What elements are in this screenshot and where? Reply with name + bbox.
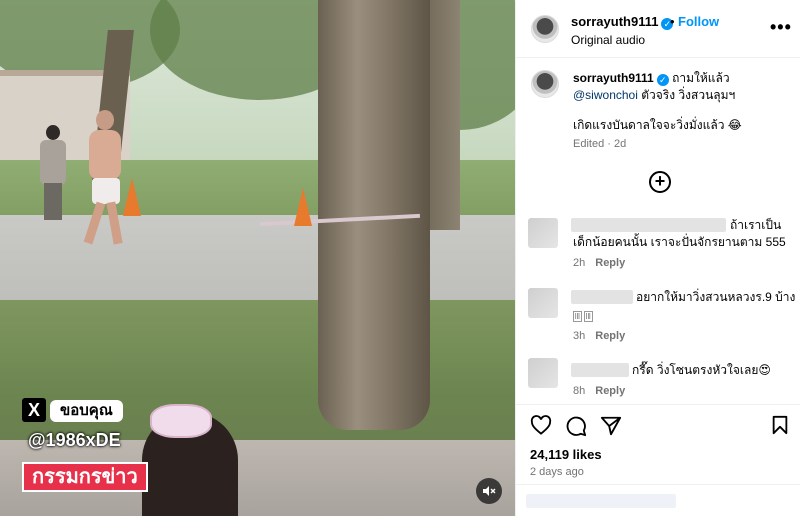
comment-emoji-row: ꔖꔖ [573, 306, 595, 324]
caption-text: sorrayuth9111 ✓ ถามให้แล้ว @siwonchoi ตัว… [573, 70, 793, 104]
add-comment-bar[interactable] [516, 484, 800, 516]
blurred-comment-input [526, 494, 676, 508]
avatar[interactable] [528, 218, 558, 248]
emoji-glyph-icon: ꔖ [573, 311, 582, 322]
follow-button[interactable]: Follow [678, 14, 719, 29]
post-video[interactable]: X ขอบคุณ @1986xDE กรรมกรข่าว [0, 0, 515, 516]
watermark-handle: @1986xDE [28, 430, 121, 450]
x-logo-icon: X [22, 398, 46, 422]
comment-text: อยากให้มาวิ่งสวนหลวงร.9 บ้าง [636, 290, 796, 304]
watermark-brand: กรรมกรข่าว [22, 462, 148, 492]
blurred-username [571, 218, 726, 232]
post-header: sorrayuth9111 ✓ • Follow Original audio •… [516, 0, 800, 58]
post-side-panel: sorrayuth9111 ✓ • Follow Original audio •… [515, 0, 800, 516]
bookmark-icon[interactable] [771, 415, 789, 435]
author-username[interactable]: sorrayuth9111 [571, 14, 658, 29]
child-with-bow [128, 398, 248, 516]
avatar[interactable] [528, 288, 558, 318]
avatar[interactable] [528, 358, 558, 388]
comment-age: 3h [573, 330, 586, 342]
caption-part2: ตัวจริง วิ่งสวนลุมฯ [641, 88, 736, 102]
comment-age: 8h [573, 385, 586, 397]
reply-button[interactable]: Reply [595, 330, 625, 342]
speaker-muted-icon [483, 486, 496, 496]
blurred-username [571, 363, 629, 377]
separator-dot: • [670, 14, 675, 29]
post-actions-bar [516, 404, 800, 444]
caption-line2: เกิดแรงบันดาลใจจะวิ่งมั่งแล้ว 😂 [573, 118, 742, 132]
load-more-comments-icon[interactable]: + [649, 171, 671, 193]
traffic-cone [294, 188, 312, 226]
caption-username[interactable]: sorrayuth9111 [573, 71, 654, 85]
author-username-row: sorrayuth9111 ✓ [571, 14, 674, 30]
person-walking [36, 125, 70, 220]
more-options-icon[interactable]: ••• [770, 18, 792, 36]
caption-meta: Edited · 2d [573, 138, 627, 150]
comment-age: 2h [573, 257, 586, 269]
heart-icon[interactable] [530, 415, 552, 435]
likes-count[interactable]: 24,119 likes [530, 447, 602, 462]
audio-label[interactable]: Original audio [571, 33, 645, 47]
post-timestamp[interactable]: 2 days ago [530, 466, 584, 478]
avatar[interactable] [531, 70, 559, 98]
mute-button[interactable] [476, 478, 502, 504]
watermark-thanks: ขอบคุณ [50, 400, 123, 422]
avatar[interactable] [531, 15, 559, 43]
caption-part1: ถามให้แล้ว [672, 71, 730, 85]
reply-button[interactable]: Reply [595, 385, 625, 397]
mention-link[interactable]: @siwonchoi [573, 88, 638, 102]
share-icon[interactable] [600, 415, 622, 437]
comment-icon[interactable] [565, 415, 587, 437]
blurred-username [571, 290, 633, 304]
verified-badge-icon: ✓ [656, 74, 669, 86]
comment-text-line2: เด็กน้อยคนนั้น เราจะปั่นจักรยานตาม 555 [573, 235, 786, 249]
comment-text-line1: ถ้าเราเป็น [730, 218, 782, 232]
comment-text: กรี๊ด วิ่งโซนตรงหัวใจเลย😍 [632, 363, 771, 377]
person-running [82, 110, 126, 245]
reply-button[interactable]: Reply [595, 257, 625, 269]
emoji-glyph-icon: ꔖ [583, 311, 593, 322]
